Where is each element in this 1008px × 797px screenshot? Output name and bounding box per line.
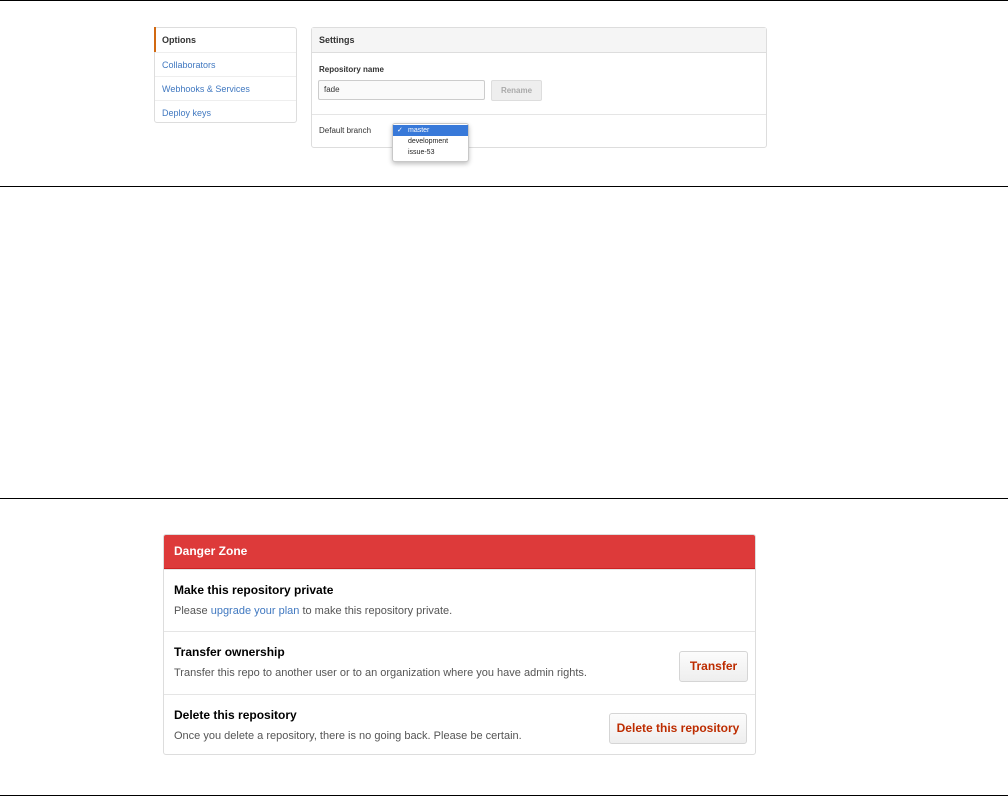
danger-zone-panel: Danger Zone Make this repository private…	[163, 534, 756, 755]
sidebar-item-collaborators[interactable]: Collaborators	[155, 52, 296, 76]
checkmark-icon: ✓	[397, 127, 403, 134]
transfer-ownership-title: Transfer ownership	[174, 645, 285, 659]
default-branch-label: Default branch	[319, 126, 372, 135]
divider-top	[0, 0, 1008, 1]
branch-option-development[interactable]: development	[393, 136, 468, 147]
branch-option-label: development	[408, 138, 449, 145]
danger-zone-title: Danger Zone	[164, 535, 755, 569]
divider-third	[0, 498, 1008, 499]
make-private-row: Make this repository private Please upgr…	[164, 569, 755, 631]
delete-repository-description: Once you delete a repository, there is n…	[174, 730, 522, 742]
sidebar-item-webhooks-services[interactable]: Webhooks & Services	[155, 76, 296, 100]
branch-option-issue-53[interactable]: issue-53	[393, 147, 468, 158]
delete-repository-row: Delete this repository Once you delete a…	[164, 694, 755, 754]
transfer-ownership-row: Transfer ownership Transfer this repo to…	[164, 631, 755, 694]
default-branch-dropdown[interactable]: ✓ master development issue-53	[392, 123, 469, 162]
divider-second	[0, 186, 1008, 187]
repository-name-label: Repository name	[319, 65, 384, 74]
delete-repository-button[interactable]: Delete this repository	[609, 713, 747, 744]
make-private-description: Please upgrade your plan to make this re…	[174, 605, 453, 617]
rename-button[interactable]: Rename	[491, 80, 542, 101]
settings-title: Settings	[312, 28, 766, 53]
branch-option-label: master	[408, 127, 430, 134]
settings-panel: Settings Repository name fade Rename Def…	[311, 27, 767, 148]
delete-repository-title: Delete this repository	[174, 708, 297, 722]
transfer-ownership-description: Transfer this repo to another user or to…	[174, 667, 587, 679]
sidebar-item-options[interactable]: Options	[154, 27, 296, 52]
transfer-button[interactable]: Transfer	[679, 651, 748, 682]
upgrade-plan-link[interactable]: upgrade your plan	[211, 605, 300, 617]
branch-option-label: issue-53	[408, 149, 435, 156]
divider-bottom	[0, 795, 1008, 796]
branch-option-master[interactable]: ✓ master	[393, 125, 468, 136]
settings-sidebar: Options Collaborators Webhooks & Service…	[154, 27, 297, 123]
make-private-title: Make this repository private	[174, 583, 334, 597]
repository-name-input[interactable]: fade	[318, 80, 485, 100]
settings-divider	[312, 114, 766, 115]
sidebar-item-deploy-keys[interactable]: Deploy keys	[155, 100, 296, 124]
